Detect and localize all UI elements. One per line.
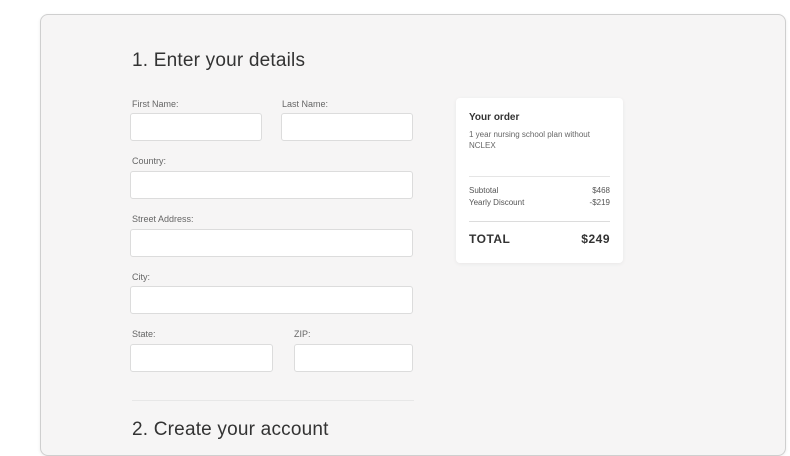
- country-label: Country:: [132, 156, 167, 166]
- total-divider: [469, 221, 610, 222]
- total-label: TOTAL: [469, 232, 511, 246]
- subtotal-value: $468: [592, 186, 610, 195]
- subtotal-row: Subtotal $468: [469, 186, 610, 195]
- last-name-label: Last Name:: [282, 99, 329, 109]
- discount-label: Yearly Discount: [469, 198, 525, 207]
- section-divider: [132, 400, 414, 401]
- city-input[interactable]: [130, 286, 413, 314]
- first-name-label: First Name:: [132, 99, 179, 109]
- order-title: Your order: [469, 112, 520, 123]
- order-description: 1 year nursing school plan without NCLEX: [469, 130, 590, 150]
- discount-row: Yearly Discount -$219: [469, 198, 610, 207]
- details-section-title: 1. Enter your details: [132, 50, 306, 71]
- total-value: $249: [581, 232, 610, 246]
- order-divider: [469, 176, 610, 177]
- subtotal-label: Subtotal: [469, 186, 499, 195]
- zip-label: ZIP:: [294, 329, 311, 339]
- order-summary-panel: Your order 1 year nursing school plan wi…: [456, 98, 623, 263]
- street-address-label: Street Address:: [132, 214, 194, 224]
- zip-input[interactable]: [294, 344, 413, 372]
- account-section-title: 2. Create your account: [132, 419, 329, 440]
- last-name-input[interactable]: [281, 113, 413, 141]
- city-label: City:: [132, 272, 150, 282]
- state-label: State:: [132, 329, 156, 339]
- total-row: TOTAL $249: [469, 232, 610, 246]
- checkout-card: 1. Enter your details First Name: Last N…: [40, 14, 786, 456]
- first-name-input[interactable]: [130, 113, 262, 141]
- state-input[interactable]: [130, 344, 273, 372]
- discount-value: -$219: [589, 198, 610, 207]
- country-input[interactable]: [130, 171, 413, 199]
- street-address-input[interactable]: [130, 229, 413, 257]
